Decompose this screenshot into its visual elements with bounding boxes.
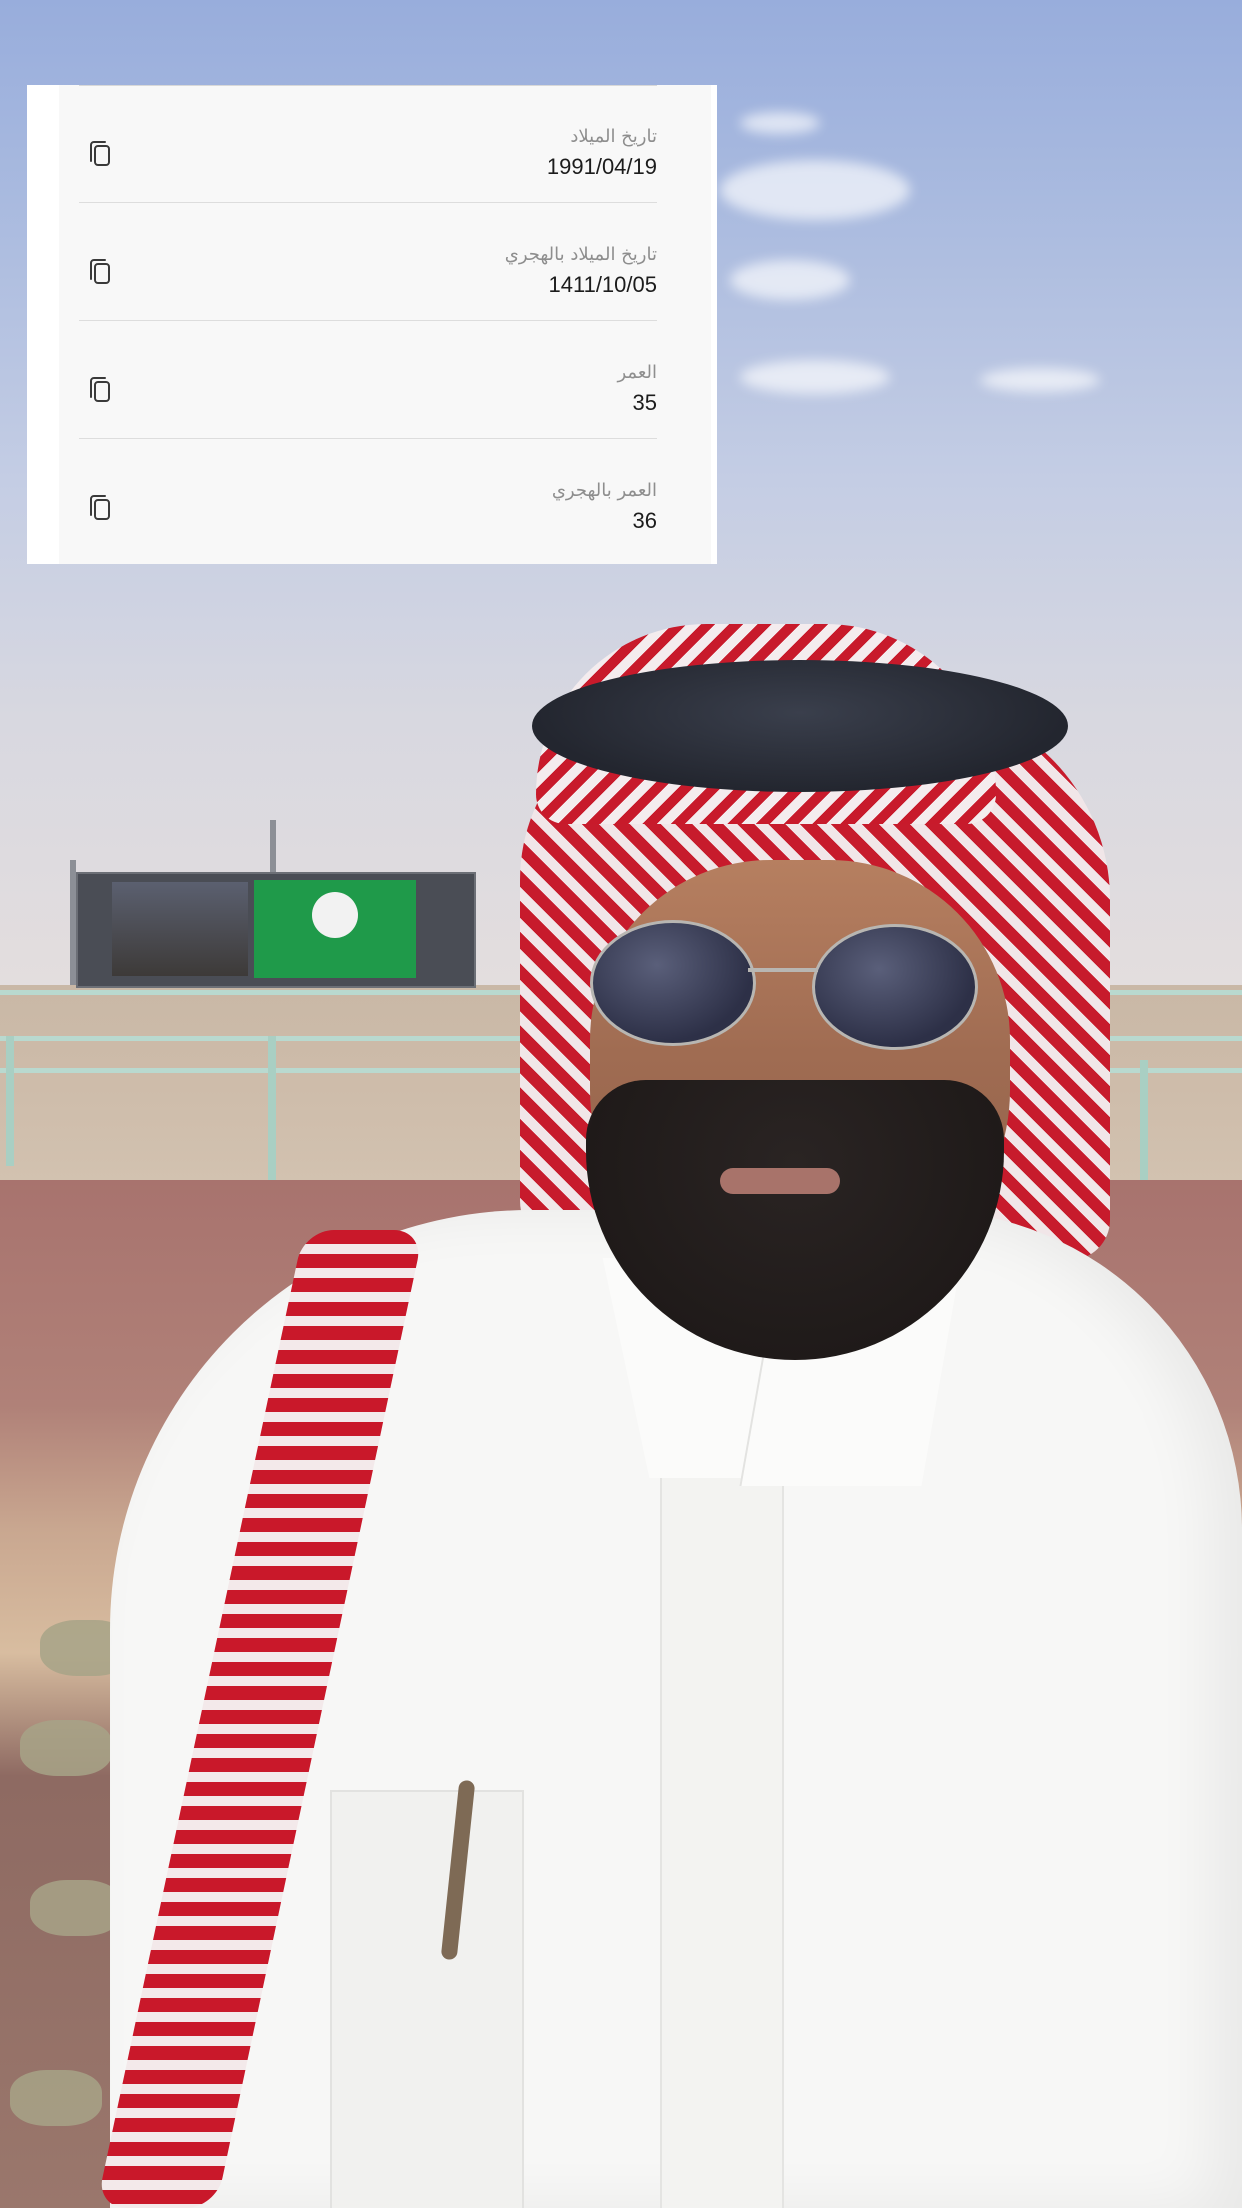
sunglasses-lens xyxy=(812,924,978,1050)
info-row-age: العمر 35 xyxy=(79,321,657,439)
copy-button[interactable] xyxy=(85,137,115,171)
row-label: تاريخ الميلاد بالهجري xyxy=(504,244,657,265)
row-label: تاريخ الميلاد xyxy=(570,126,657,147)
info-row-hijri-birth-date: تاريخ الميلاد بالهجري 1411/10/05 xyxy=(79,203,657,321)
row-value: 35 xyxy=(632,390,657,415)
agal xyxy=(532,660,1068,792)
thobe-pocket xyxy=(330,1790,524,2208)
row-value: 1411/10/05 xyxy=(548,272,657,297)
cloud xyxy=(740,112,820,134)
copy-button[interactable] xyxy=(85,373,115,407)
cloud xyxy=(730,260,850,300)
horse-logo-icon xyxy=(312,892,358,938)
mouth xyxy=(720,1168,840,1194)
sunglasses-lens xyxy=(590,920,756,1046)
copy-icon xyxy=(85,491,115,525)
row-value: 36 xyxy=(632,508,657,533)
row-value: 1991/04/19 xyxy=(546,154,657,179)
copy-icon xyxy=(85,137,115,171)
cloud xyxy=(980,368,1100,392)
sunglasses-bridge xyxy=(748,968,818,972)
copy-button[interactable] xyxy=(85,491,115,525)
cloud xyxy=(740,360,890,394)
info-card: تاريخ الميلاد 1991/04/19 تاريخ الميلاد ب… xyxy=(27,85,717,564)
info-row-birth-date: تاريخ الميلاد 1991/04/19 xyxy=(79,85,657,203)
billboard xyxy=(76,872,476,988)
info-row-hijri-age: العمر بالهجري 36 xyxy=(79,439,657,557)
copy-button[interactable] xyxy=(85,255,115,289)
cloud xyxy=(720,160,910,220)
row-label: العمر بالهجري xyxy=(551,480,657,501)
copy-icon xyxy=(85,373,115,407)
copy-icon xyxy=(85,255,115,289)
row-label: العمر xyxy=(617,362,657,383)
thobe-placket xyxy=(660,1380,784,2208)
